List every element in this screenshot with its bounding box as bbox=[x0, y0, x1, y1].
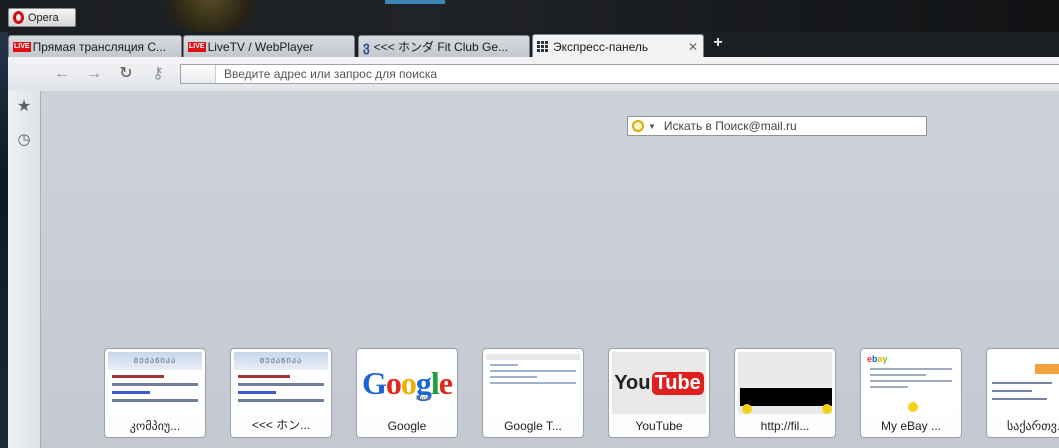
speed-dial-item[interactable]: Google Россия Google bbox=[356, 348, 458, 438]
speed-dial-item[interactable]: Google T... bbox=[482, 348, 584, 438]
opera-menu-button[interactable]: Opera bbox=[8, 8, 76, 27]
reload-button[interactable]: ↻ bbox=[116, 66, 136, 82]
dial-label: კომპიუ... bbox=[129, 419, 181, 433]
dial-label: My eBay ... bbox=[880, 419, 942, 433]
wallpaper-decoration bbox=[150, 0, 270, 32]
dial-thumbnail: ᲛᲔᲥᲐᲜᲘᲙᲐ bbox=[234, 352, 328, 414]
speed-dial-item[interactable]: ᲛᲔᲥᲐᲜᲘᲙᲐ კომპიუ... bbox=[104, 348, 206, 438]
tab-speed-dial[interactable]: Экспресс-панель ✕ bbox=[532, 34, 704, 58]
dial-label: YouTube bbox=[635, 419, 683, 433]
bookmarks-star-icon[interactable]: ★ bbox=[16, 99, 32, 115]
tab-bar: LIVE Прямая трансляция С... LIVE LiveTV … bbox=[8, 32, 1059, 58]
side-panel: ★ ◷ bbox=[8, 91, 41, 448]
tab-label: Экспресс-панель bbox=[553, 39, 649, 54]
search-engine-icon[interactable] bbox=[632, 120, 644, 132]
tab-label: <<< ホンダ Fit Club Ge... bbox=[373, 40, 509, 54]
speed-dial-item[interactable]: საქართვ... bbox=[986, 348, 1059, 438]
address-bar[interactable] bbox=[180, 64, 1059, 84]
search-input[interactable] bbox=[661, 118, 926, 134]
history-clock-icon[interactable]: ◷ bbox=[16, 132, 32, 148]
tab-label: LiveTV / WebPlayer bbox=[207, 39, 314, 54]
dial-label: Google bbox=[387, 419, 427, 433]
youtube-logo-thumbnail: You Tube bbox=[612, 352, 706, 414]
speed-dial-icon bbox=[537, 41, 548, 52]
dial-label: http://fil... bbox=[760, 419, 810, 433]
back-button[interactable]: ← bbox=[52, 66, 72, 82]
opera-logo-icon bbox=[13, 11, 24, 24]
dial-thumbnail: ebay bbox=[864, 352, 958, 414]
address-input[interactable] bbox=[216, 66, 1059, 82]
tab-live-broadcast[interactable]: LIVE Прямая трансляция С... bbox=[8, 35, 182, 57]
dial-label: Google T... bbox=[504, 419, 562, 433]
site-info-badge[interactable] bbox=[181, 65, 216, 83]
wallpaper-decoration bbox=[385, 0, 445, 4]
speed-dial-item[interactable]: ebay My eBay ... bbox=[860, 348, 962, 438]
opera-menu-label: Opera bbox=[28, 11, 59, 24]
navigation-toolbar: ← → ↻ ⚷ bbox=[8, 57, 1059, 92]
tab-fit-club[interactable]: ვ <<< ホンダ Fit Club Ge... bbox=[358, 35, 530, 57]
title-bar: Opera bbox=[0, 0, 1059, 32]
forward-button[interactable]: → bbox=[84, 66, 104, 82]
speed-dial-item[interactable]: http://fil... bbox=[734, 348, 836, 438]
speed-dial-item[interactable]: You Tube YouTube bbox=[608, 348, 710, 438]
desktop-edge bbox=[0, 0, 8, 448]
fitclub-icon: ვ bbox=[363, 38, 370, 54]
dial-thumbnail: ᲛᲔᲥᲐᲜᲘᲙᲐ bbox=[108, 352, 202, 414]
tab-label: Прямая трансляция С... bbox=[32, 39, 167, 54]
speed-dial-item[interactable]: ᲛᲔᲥᲐᲜᲘᲙᲐ <<< ホン... bbox=[230, 348, 332, 438]
key-icon[interactable]: ⚷ bbox=[146, 66, 170, 82]
live-icon: LIVE bbox=[188, 41, 206, 52]
chevron-down-icon[interactable]: ▼ bbox=[648, 122, 656, 131]
dial-thumbnail bbox=[486, 352, 580, 414]
live-icon: LIVE bbox=[13, 41, 31, 52]
dial-thumbnail bbox=[990, 352, 1059, 414]
new-tab-button[interactable]: + bbox=[708, 34, 728, 52]
dial-thumbnail bbox=[738, 352, 832, 414]
google-logo-thumbnail: Google Россия bbox=[360, 352, 454, 414]
dial-label: საქართვ... bbox=[1007, 419, 1059, 433]
search-box[interactable]: ▼ bbox=[627, 116, 927, 136]
close-tab-icon[interactable]: ✕ bbox=[687, 40, 699, 54]
speed-dial-page: ▼ ᲛᲔᲥᲐᲜᲘᲙᲐ კომპიუ... ᲛᲔᲥᲐᲜᲘᲙᲐ <<< ホン... … bbox=[41, 91, 1059, 448]
dial-label: <<< ホン... bbox=[251, 418, 311, 432]
tab-livetv[interactable]: LIVE LiveTV / WebPlayer bbox=[183, 35, 355, 57]
